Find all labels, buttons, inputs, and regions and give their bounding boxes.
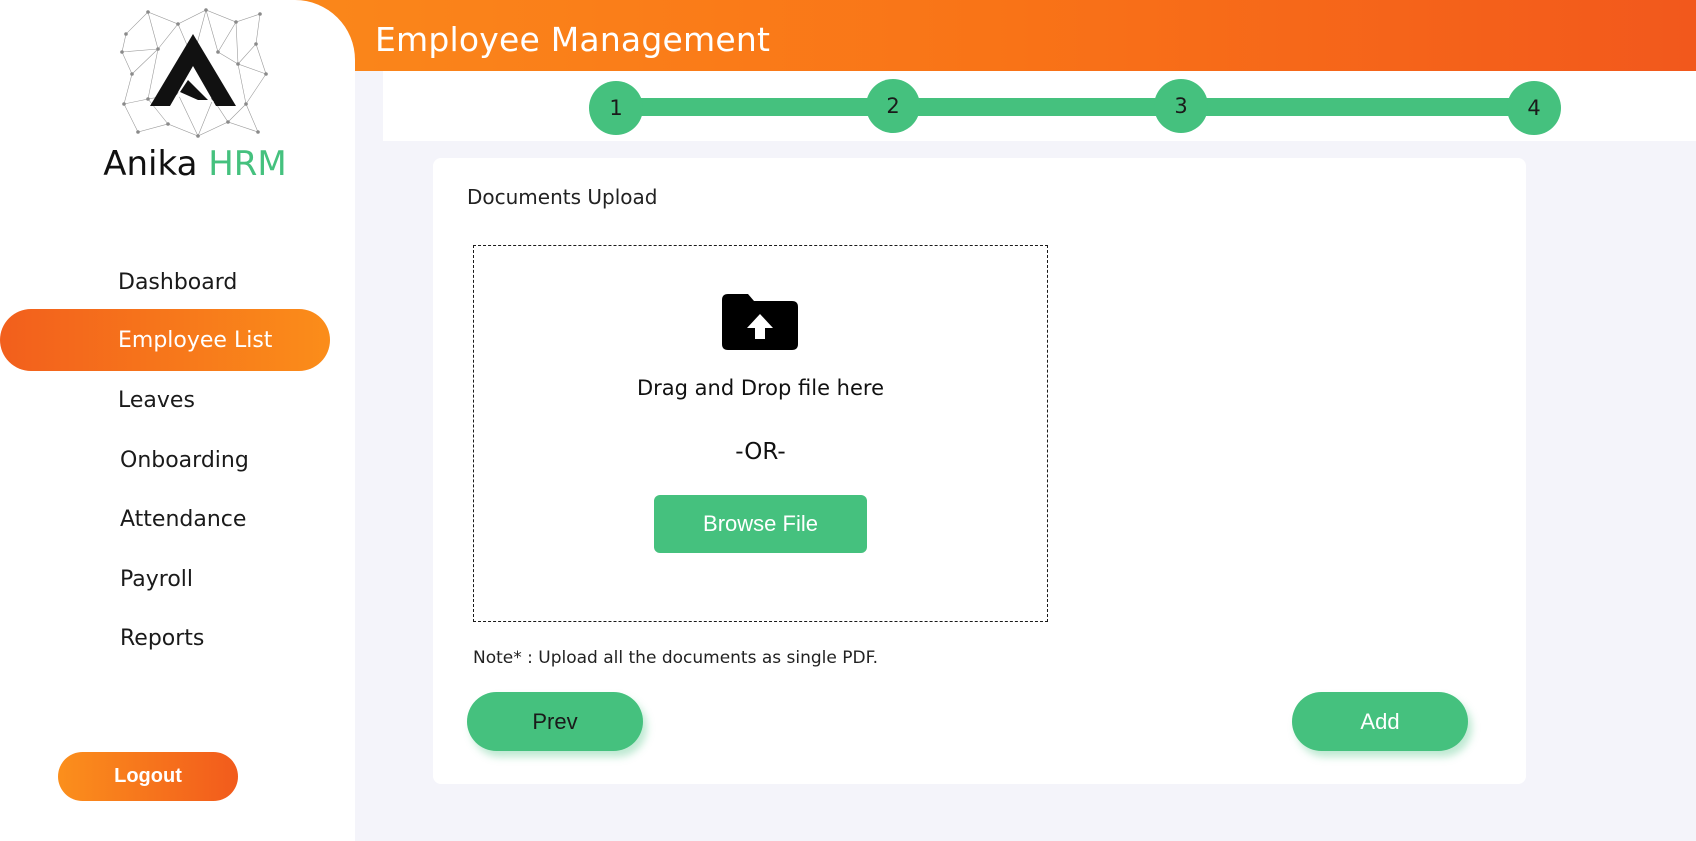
brand-name: Anika HRM: [0, 144, 390, 184]
sidebar-item-payroll[interactable]: Payroll: [0, 548, 330, 610]
sidebar-item-employee-list[interactable]: Employee List: [0, 309, 330, 371]
sidebar-item-reports[interactable]: Reports: [0, 607, 330, 669]
step-1[interactable]: 1: [589, 81, 643, 135]
company-logo: [120, 8, 268, 138]
browse-file-button[interactable]: Browse File: [654, 495, 867, 553]
prev-button[interactable]: Prev: [467, 692, 643, 751]
or-separator: -OR-: [735, 439, 786, 465]
stepper-track: [640, 98, 1540, 116]
sidebar-item-dashboard[interactable]: Dashboard: [0, 251, 330, 313]
sidebar-item-label: Dashboard: [118, 269, 238, 295]
upload-note: Note* : Upload all the documents as sing…: [473, 648, 879, 668]
step-2[interactable]: 2: [866, 79, 920, 133]
page-title: Employee Management: [375, 20, 771, 59]
sidebar-item-label: Payroll: [120, 566, 194, 592]
sidebar-item-label: Leaves: [118, 387, 195, 413]
sidebar-item-label: Reports: [120, 625, 205, 651]
step-4[interactable]: 4: [1507, 81, 1561, 135]
section-title: Documents Upload: [467, 185, 658, 209]
sidebar-item-label: Employee List: [118, 327, 273, 353]
sidebar-item-label: Attendance: [120, 506, 247, 532]
brand-name-primary: Anika: [103, 144, 198, 184]
step-3[interactable]: 3: [1154, 79, 1208, 133]
sidebar: Anika HRM Dashboard Employee List Leaves…: [0, 0, 355, 841]
logout-button[interactable]: Logout: [58, 752, 238, 801]
sidebar-item-label: Onboarding: [120, 447, 249, 473]
add-button[interactable]: Add: [1292, 692, 1468, 751]
brand-name-accent: HRM: [208, 144, 287, 184]
sidebar-item-leaves[interactable]: Leaves: [0, 369, 330, 431]
sidebar-item-attendance[interactable]: Attendance: [0, 488, 330, 550]
drag-drop-text: Drag and Drop file here: [636, 376, 885, 400]
sidebar-item-onboarding[interactable]: Onboarding: [0, 429, 330, 491]
folder-upload-icon: [722, 294, 798, 350]
